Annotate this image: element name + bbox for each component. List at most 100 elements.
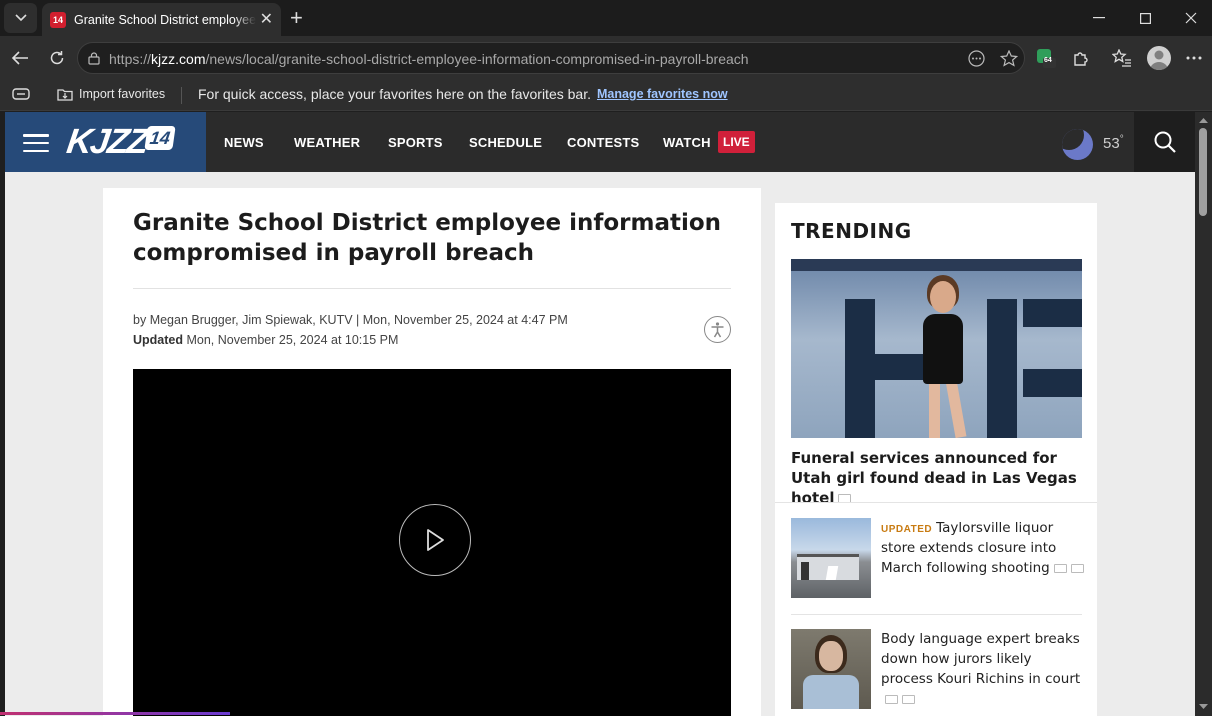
nav-schedule[interactable]: SCHEDULE	[469, 135, 542, 150]
featured-story-headline-text: Funeral services announced for Utah girl…	[791, 449, 1077, 507]
refresh-icon	[50, 51, 64, 65]
url-prefix: https://	[109, 51, 152, 67]
gallery-icon	[1053, 563, 1067, 573]
url-domain: kjzz.com	[151, 51, 206, 67]
site-search-button[interactable]	[1134, 112, 1195, 172]
play-button[interactable]	[399, 504, 471, 576]
favbar-divider	[181, 87, 182, 104]
story-thumbnail[interactable]	[791, 518, 871, 598]
favorites-hint-text: For quick access, place your favorites h…	[198, 86, 591, 102]
tab-title: Granite School District employee informa…	[74, 12, 256, 27]
favorites-button[interactable]	[1112, 48, 1132, 68]
more-dots-icon	[1186, 56, 1202, 60]
collections-icon	[12, 88, 30, 100]
nav-weather[interactable]: WEATHER	[294, 135, 360, 150]
live-badge[interactable]: LIVE	[718, 131, 755, 153]
favorites-list-icon	[1112, 49, 1131, 67]
video-icon	[1070, 563, 1084, 573]
close-tab-icon[interactable]: ✕	[260, 11, 273, 28]
arrow-left-icon	[11, 51, 28, 65]
new-tab-button[interactable]: +	[290, 7, 303, 29]
updated-date: Mon, November 25, 2024 at 10:15 PM	[186, 333, 399, 347]
import-favorites-label: Import favorites	[79, 87, 166, 101]
back-button[interactable]	[10, 48, 30, 68]
story-thumbnail[interactable]	[791, 629, 871, 709]
tab-strip: 14 Granite School District employee info…	[0, 0, 1212, 36]
featured-story-headline[interactable]: Funeral services announced for Utah girl…	[791, 448, 1082, 508]
refresh-button[interactable]	[47, 48, 67, 68]
featured-story-image[interactable]	[791, 259, 1082, 438]
url-text[interactable]: https://kjzz.com/news/local/granite-scho…	[109, 51, 749, 67]
temperature-unit: °	[1119, 134, 1124, 145]
favorites-hint: For quick access, place your favorites h…	[198, 86, 728, 102]
temperature-value: 53	[1103, 135, 1120, 152]
site-header: KJZZ 14 NEWS WEATHER SPORTS SCHEDULE CON…	[5, 112, 1195, 172]
extension-badge-button[interactable]: 64	[1036, 48, 1056, 68]
story-headline[interactable]: Body language expert breaks down how jur…	[881, 629, 1086, 709]
browser-toolbar: https://kjzz.com/news/local/granite-scho…	[0, 36, 1212, 80]
article-divider	[133, 288, 731, 289]
video-player[interactable]	[133, 369, 731, 716]
published-date: Mon, November 25, 2024 at 4:47 PM	[362, 313, 568, 327]
video-icon	[902, 694, 915, 704]
web-page: KJZZ 14 NEWS WEATHER SPORTS SCHEDULE CON…	[5, 112, 1195, 716]
scroll-up-icon[interactable]	[1199, 117, 1208, 123]
logo-area: KJZZ 14	[5, 112, 206, 172]
page-scrollbar[interactable]	[1195, 112, 1212, 716]
tab-actions-button[interactable]	[4, 3, 37, 33]
browser-tab[interactable]: 14 Granite School District employee info…	[42, 3, 281, 36]
user-icon	[1150, 50, 1168, 70]
minimize-button[interactable]	[1089, 8, 1109, 28]
read-aloud-icon[interactable]	[968, 50, 985, 67]
extension-badge-count: 64	[1044, 57, 1052, 64]
url-path: /news/local/granite-school-district-empl…	[205, 51, 749, 67]
nav-watch[interactable]: WATCH	[663, 135, 711, 150]
scrollbar-thumb[interactable]	[1199, 128, 1207, 216]
favorite-star-icon[interactable]	[1000, 50, 1018, 67]
import-folder-icon	[57, 89, 73, 101]
site-logo-number[interactable]: 14	[144, 126, 176, 150]
story-separator	[791, 614, 1082, 615]
trending-story[interactable]: Body language expert breaks down how jur…	[791, 629, 1082, 709]
favorites-bar: Import favorites For quick access, place…	[0, 80, 1212, 111]
byline-authors[interactable]: Megan Brugger, Jim Spiewak, KUTV	[150, 313, 353, 327]
search-icon	[1154, 131, 1176, 153]
nav-news[interactable]: NEWS	[224, 135, 264, 150]
site-info-icon[interactable]	[88, 52, 100, 65]
trending-separator	[775, 502, 1097, 503]
manage-favorites-link[interactable]: Manage favorites now	[597, 87, 728, 101]
temperature[interactable]: 53°	[1103, 134, 1124, 152]
play-icon	[427, 529, 444, 551]
chevron-down-icon	[14, 14, 27, 22]
page-load-progress	[0, 712, 230, 715]
import-favorites-button[interactable]: Import favorites	[57, 87, 165, 101]
article-card: Granite School District employee informa…	[103, 188, 761, 716]
story-headline[interactable]: UPDATED Taylorsville liquor store extends…	[881, 518, 1086, 578]
profile-avatar[interactable]	[1147, 46, 1171, 70]
extensions-button[interactable]	[1071, 48, 1091, 68]
collections-button[interactable]	[12, 87, 30, 101]
article-headline: Granite School District employee informa…	[133, 210, 722, 266]
article-byline: by Megan Brugger, Jim Spiewak, KUTV | Mo…	[133, 313, 568, 347]
weather-moon-icon[interactable]	[1062, 129, 1093, 160]
accessibility-button[interactable]	[704, 316, 731, 343]
scroll-down-icon[interactable]	[1199, 704, 1208, 710]
kjzz-favicon-icon: 14	[50, 11, 66, 28]
gallery-icon	[885, 694, 898, 704]
site-logo[interactable]: KJZZ	[64, 122, 149, 162]
story-headline-text: Body language expert breaks down how jur…	[881, 631, 1081, 687]
trending-sidebar: TRENDING Funeral services announced for …	[775, 203, 1097, 716]
trending-story[interactable]: UPDATED Taylorsville liquor store extends…	[791, 518, 1084, 598]
byline-prefix: by	[133, 313, 147, 327]
settings-more-button[interactable]	[1184, 48, 1204, 68]
maximize-button[interactable]	[1135, 8, 1155, 28]
close-window-button[interactable]	[1181, 8, 1201, 28]
menu-hamburger-icon[interactable]	[23, 134, 49, 152]
nav-sports[interactable]: SPORTS	[388, 135, 443, 150]
trending-title: TRENDING	[791, 219, 912, 243]
updated-label: Updated	[133, 333, 183, 347]
updated-badge: UPDATED	[881, 524, 933, 535]
address-bar[interactable]: https://kjzz.com/news/local/granite-scho…	[77, 42, 1025, 74]
nav-contests[interactable]: CONTESTS	[567, 135, 639, 150]
puzzle-icon	[1074, 52, 1088, 66]
